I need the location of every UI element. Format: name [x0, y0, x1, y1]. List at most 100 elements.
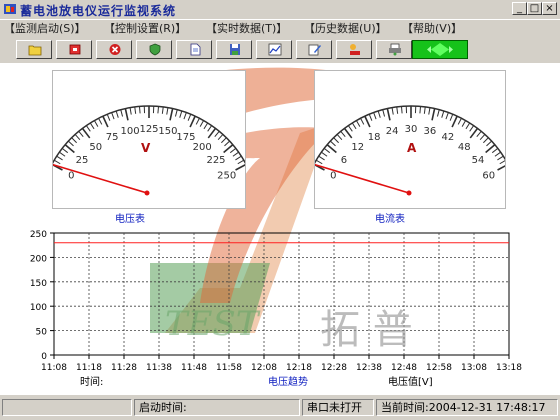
minimize-button[interactable]: _	[512, 2, 527, 15]
current-minor-tick	[360, 118, 365, 125]
voltage-minor-tick	[68, 140, 74, 147]
menu-realtime-data[interactable]: 【实时数据(T)】	[206, 20, 287, 36]
voltage-minor-tick	[93, 120, 99, 127]
app-icon	[4, 4, 16, 14]
voltage-major-tick	[207, 127, 217, 139]
voltage-minor-tick	[203, 122, 209, 130]
current-tick-label: 30	[405, 124, 418, 135]
voltage-trend-chart: 0 50 100 150 200 250 11:08 11:18 11:28 11:38 11:48…	[30, 230, 522, 388]
current-minor-tick	[340, 131, 346, 138]
toolbar-document-button[interactable]	[176, 40, 212, 59]
voltage-tick-label: 100	[121, 126, 140, 137]
voltage-minor-tick	[232, 151, 239, 157]
chart-y-tick-label: 150	[30, 279, 47, 289]
chart-center-label: 电压趋势	[268, 375, 308, 388]
voltage-tick-label: 225	[206, 155, 225, 166]
current-minor-tick	[382, 109, 386, 117]
voltage-minor-tick	[61, 148, 69, 154]
current-major-tick	[364, 115, 371, 128]
current-major-tick	[497, 165, 505, 171]
menu-monitor-start[interactable]: 【监测启动(S)】	[4, 20, 86, 36]
toolbar	[0, 40, 560, 62]
voltage-minor-tick	[71, 137, 77, 144]
current-major-tick	[343, 127, 353, 139]
voltage-major-tick	[235, 164, 245, 171]
menu-control-settings[interactable]: 【控制设置(R)】	[104, 20, 186, 36]
current-minor-tick	[373, 112, 377, 120]
toolbar-report-button[interactable]	[336, 40, 372, 59]
chart-x-label: 时间:	[80, 375, 103, 388]
current-minor-tick	[336, 134, 343, 140]
current-minor-tick	[461, 120, 467, 127]
chart-x-tick-label: 12:48	[391, 363, 417, 373]
status-indicator-button[interactable]	[412, 40, 468, 59]
current-minor-tick	[315, 159, 323, 165]
current-minor-tick	[368, 114, 373, 121]
toolbar-protect-button[interactable]	[136, 40, 172, 59]
voltage-tick-label: 150	[158, 126, 177, 137]
toolbar-chart-button[interactable]	[256, 40, 292, 59]
current-time-panel: 当前时间:2004-12-31 17:48:17	[376, 399, 558, 416]
current-minor-tick	[428, 107, 431, 115]
current-minor-tick	[321, 151, 328, 157]
voltage-major-tick	[169, 108, 174, 121]
current-major-tick	[451, 115, 458, 128]
current-minor-tick	[423, 106, 426, 114]
current-minor-tick	[497, 155, 504, 161]
chart-x-tick-label: 11:58	[216, 363, 242, 373]
current-major-tick	[431, 108, 436, 121]
chart-x-tick-label: 11:48	[181, 363, 207, 373]
menu-help[interactable]: 【帮助(V)】	[402, 20, 462, 36]
chart-y-tick-label: 50	[36, 328, 48, 338]
voltage-minor-tick	[221, 137, 227, 144]
serial-status-panel: 串口未打开	[302, 399, 374, 416]
voltage-gauge: 0 25 50 75 100 125 150 175 200 225 250 V 电压表	[52, 70, 246, 225]
current-minor-tick	[441, 110, 445, 118]
voltage-major-tick	[124, 108, 129, 121]
voltage-minor-tick	[89, 122, 95, 130]
chart-x-tick-label: 11:38	[146, 363, 172, 373]
shield-icon	[149, 43, 161, 56]
chart-x-tick-label: 12:18	[286, 363, 312, 373]
voltage-minor-tick	[229, 148, 237, 154]
toolbar-stop-button[interactable]	[56, 40, 92, 59]
toolbar-edit-button[interactable]	[296, 40, 332, 59]
voltage-tick-label: 25	[76, 155, 89, 166]
chart-x-tick-label: 12:08	[251, 363, 277, 373]
toolbar-cancel-button[interactable]	[96, 40, 132, 59]
current-minor-tick	[419, 106, 422, 114]
toolbar-print-button[interactable]	[376, 40, 412, 59]
current-tick-label: 0	[330, 171, 336, 182]
voltage-tick-label: 250	[217, 171, 236, 182]
voltage-minor-tick	[235, 155, 242, 161]
voltage-minor-tick	[98, 118, 103, 125]
voltage-minor-tick	[187, 114, 192, 121]
voltage-minor-tick	[237, 159, 245, 165]
chart-icon	[268, 43, 282, 56]
chart-y-label: 电压值[V]	[388, 375, 433, 388]
voltage-tick-label: 0	[68, 171, 74, 182]
voltage-minor-tick	[174, 109, 178, 117]
current-minor-tick	[499, 160, 505, 165]
current-minor-tick	[351, 122, 357, 130]
menu-history-data[interactable]: 【历史数据(U)】	[304, 20, 387, 36]
voltage-minor-tick	[214, 131, 220, 138]
voltage-minor-tick	[129, 107, 132, 115]
main-panel: 0 25 50 75 100 125 150 175 200 225 250 V 电压表 0 6 12 1…	[0, 63, 560, 395]
chart-y-tick-label: 250	[30, 230, 47, 240]
current-minor-tick	[436, 109, 440, 117]
voltage-tick-label: 125	[139, 124, 158, 135]
current-tick-label: 48	[458, 142, 471, 153]
voltage-minor-tick	[157, 106, 160, 114]
restore-button[interactable]: □	[527, 2, 542, 15]
toolbar-save-button[interactable]	[216, 40, 252, 59]
toolbar-open-button[interactable]	[16, 40, 52, 59]
current-gauge: 0 6 12 18 24 30 36 42 48 54 60 A 电流表	[314, 70, 506, 225]
current-tick-label: 36	[424, 126, 437, 137]
voltage-minor-tick	[199, 120, 205, 127]
current-minor-tick	[465, 122, 471, 130]
title-bar: 蓄电池放电仪运行监视系统 _ □ ×	[0, 0, 560, 20]
close-button[interactable]: ×	[542, 2, 557, 15]
chart-x-tick-label: 13:18	[496, 363, 522, 373]
voltage-major-tick	[189, 115, 196, 128]
